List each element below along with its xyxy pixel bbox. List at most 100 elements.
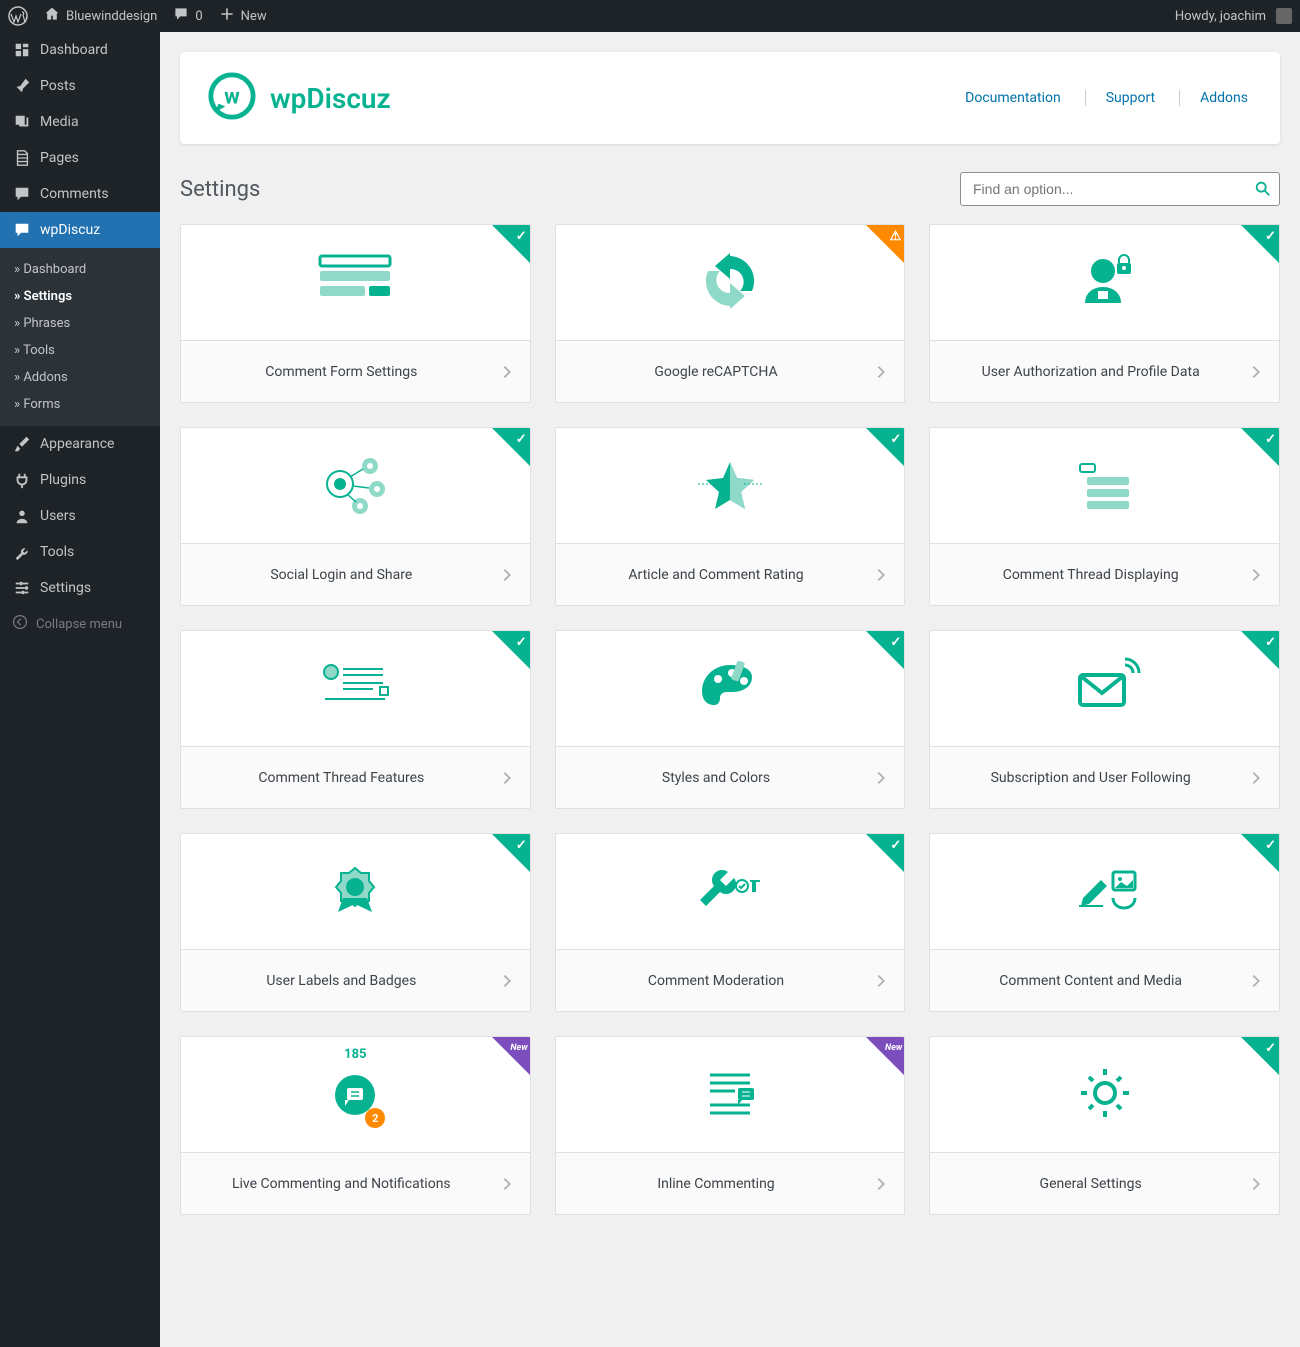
sidebar-item-wpdiscuz[interactable]: wpDiscuz	[0, 212, 160, 248]
sidebar-item-label: Settings	[40, 580, 91, 596]
sidebar-item-tools[interactable]: Tools	[0, 534, 160, 570]
settings-grid: ✓Comment Form Settings⚠Google reCAPTCHA✓…	[180, 224, 1280, 1215]
card-title: Comment Content and Media	[999, 973, 1182, 989]
sidebar-item-users[interactable]: Users	[0, 498, 160, 534]
media-icon	[12, 112, 32, 132]
settings-card[interactable]: ✓ Comment Moderation	[555, 833, 906, 1012]
collapse-menu[interactable]: Collapse menu	[0, 606, 160, 642]
status-corner: ✓	[1241, 631, 1279, 669]
new-badge: New	[510, 1043, 527, 1053]
collapse-icon	[12, 614, 28, 634]
sidebar-item-label: Posts	[40, 78, 76, 94]
header-link-documentation[interactable]: Documentation	[961, 90, 1065, 106]
settings-card[interactable]: ✓Comment Thread Displaying	[929, 427, 1280, 606]
settings-card[interactable]: ✓ General Settings	[929, 1036, 1280, 1215]
howdy-text: Howdy, joachim	[1175, 9, 1266, 24]
header-link-support[interactable]: Support	[1085, 90, 1159, 106]
card-title: Inline Commenting	[657, 1176, 774, 1192]
sidebar-item-posts[interactable]: Posts	[0, 68, 160, 104]
form-icon	[305, 241, 405, 325]
settings-card[interactable]: ✓ Comment Form Settings	[180, 224, 531, 403]
sidebar-item-label: Appearance	[40, 436, 114, 452]
settings-card[interactable]: New1852Live Commenting and Notifications	[180, 1036, 531, 1215]
status-corner: ✓	[492, 225, 530, 263]
submenu-item-forms[interactable]: » Forms	[0, 391, 160, 418]
settings-card[interactable]: ✓ Comment Content and Media	[929, 833, 1280, 1012]
pin-icon	[12, 76, 32, 96]
comments-count: 0	[195, 9, 202, 24]
submenu-item-tools[interactable]: » Tools	[0, 337, 160, 364]
settings-card[interactable]: ✓User Authorization and Profile Data	[929, 224, 1280, 403]
sidebar-item-label: wpDiscuz	[40, 222, 100, 238]
wp-logo[interactable]	[8, 6, 28, 26]
admin-sidebar: Dashboard Posts Media Pages Comments wpDiscuz…	[0, 32, 160, 1347]
star-icon	[680, 444, 780, 528]
settings-card[interactable]: New Inline Commenting	[555, 1036, 906, 1215]
check-icon: ✓	[516, 838, 527, 853]
status-corner: ✓	[492, 428, 530, 466]
contentmedia-icon	[1055, 850, 1155, 934]
comment-icon	[173, 6, 189, 26]
card-title: Styles and Colors	[662, 770, 770, 786]
card-title: General Settings	[1040, 1176, 1142, 1192]
settings-card[interactable]: ✓Comment Thread Features	[180, 630, 531, 809]
sidebar-item-dashboard[interactable]: Dashboard	[0, 32, 160, 68]
sidebar-item-label: Users	[40, 508, 76, 524]
avatar	[1276, 8, 1292, 24]
status-corner: ✓	[1241, 834, 1279, 872]
plus-icon	[219, 6, 235, 26]
content: w wpDiscuz DocumentationSupportAddons Se…	[160, 32, 1300, 1347]
sidebar-item-pages[interactable]: Pages	[0, 140, 160, 176]
check-icon: ✓	[890, 432, 901, 447]
threadfeat-icon	[305, 647, 405, 731]
card-title: Comment Form Settings	[265, 364, 417, 380]
header-link-addons[interactable]: Addons	[1179, 90, 1252, 106]
sidebar-item-label: Plugins	[40, 472, 86, 488]
sidebar-item-label: Tools	[40, 544, 74, 560]
pages-icon	[12, 148, 32, 168]
sidebar-item-plugins[interactable]: Plugins	[0, 462, 160, 498]
plugin-header: w wpDiscuz DocumentationSupportAddons	[180, 52, 1280, 144]
gear-icon	[1055, 1053, 1155, 1137]
check-icon: ✓	[516, 635, 527, 650]
collapse-label: Collapse menu	[36, 617, 122, 632]
comment-filled-icon	[12, 220, 32, 240]
sidebar-item-comments[interactable]: Comments	[0, 176, 160, 212]
social-icon	[305, 444, 405, 528]
status-corner: ✓	[1241, 1037, 1279, 1075]
settings-card[interactable]: ✓Article and Comment Rating	[555, 427, 906, 606]
submenu-item-dashboard[interactable]: » Dashboard	[0, 256, 160, 283]
status-corner: ✓	[866, 834, 904, 872]
card-title: Comment Moderation	[648, 973, 784, 989]
page-title: Settings	[180, 177, 260, 202]
card-title: Live Commenting and Notifications	[232, 1176, 451, 1192]
settings-card[interactable]: ✓ Styles and Colors	[555, 630, 906, 809]
check-icon: ✓	[1265, 635, 1276, 650]
search-input[interactable]	[960, 172, 1280, 206]
check-icon: ✓	[1265, 838, 1276, 853]
card-title: Social Login and Share	[270, 567, 412, 583]
settings-card[interactable]: ✓ Social Login and Share	[180, 427, 531, 606]
sidebar-item-label: Media	[40, 114, 79, 130]
check-icon: ✓	[890, 635, 901, 650]
sidebar-item-media[interactable]: Media	[0, 104, 160, 140]
comments-link[interactable]: 0	[173, 6, 202, 26]
new-badge: New	[885, 1043, 902, 1053]
search-box	[960, 172, 1280, 206]
status-corner: ⚠	[866, 225, 904, 263]
submenu-item-settings[interactable]: » Settings	[0, 283, 160, 310]
settings-card[interactable]: ✓Subscription and User Following	[929, 630, 1280, 809]
sidebar-item-label: Pages	[40, 150, 79, 166]
sidebar-item-settings[interactable]: Settings	[0, 570, 160, 606]
status-corner: New	[866, 1037, 904, 1075]
sidebar-item-appearance[interactable]: Appearance	[0, 426, 160, 462]
settings-card[interactable]: ✓User Labels and Badges	[180, 833, 531, 1012]
live-count: 185	[344, 1047, 366, 1062]
status-corner: ✓	[1241, 428, 1279, 466]
site-link[interactable]: Bluewinddesign	[44, 6, 157, 26]
howdy-link[interactable]: Howdy, joachim	[1175, 8, 1292, 24]
submenu-item-addons[interactable]: » Addons	[0, 364, 160, 391]
submenu-item-phrases[interactable]: » Phrases	[0, 310, 160, 337]
new-link[interactable]: New	[219, 6, 267, 26]
settings-card[interactable]: ⚠Google reCAPTCHA	[555, 224, 906, 403]
